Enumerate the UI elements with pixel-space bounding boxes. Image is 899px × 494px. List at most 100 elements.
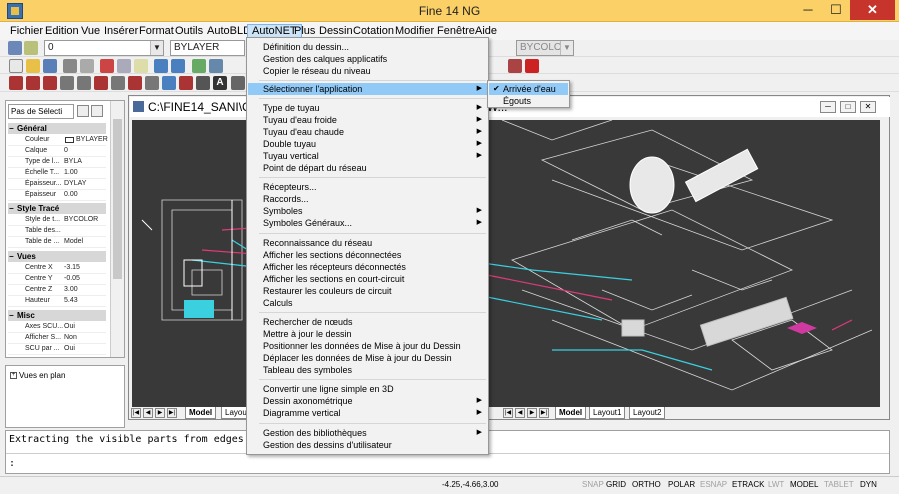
- menu-item-positionner-donnees[interactable]: Positionner les données de Mise à jour d…: [248, 340, 487, 352]
- submenu-item-egouts[interactable]: Égouts: [489, 95, 568, 107]
- redo-icon[interactable]: [171, 59, 185, 73]
- prev-tab-button[interactable]: ◀: [515, 408, 525, 418]
- menu-item-symboles[interactable]: Symboles ▶: [248, 205, 487, 217]
- polar-toggle[interactable]: POLAR: [668, 480, 695, 489]
- prop-row[interactable]: Échelle T... 1.00: [8, 168, 106, 179]
- rectangle-icon[interactable]: [77, 76, 91, 90]
- last-tab-button[interactable]: ▶|: [539, 408, 549, 418]
- prop-row[interactable]: Centre Z 3.00: [8, 285, 106, 296]
- menu-item-sections-deconnectees[interactable]: Afficher les sections déconnectées: [248, 249, 487, 261]
- menu-item-rechercher-noeuds[interactable]: Rechercher de nœuds: [248, 316, 487, 328]
- close-button[interactable]: ✕: [850, 0, 895, 20]
- menu-item-gestion-dessins-utilisateur[interactable]: Gestion des dessins d'utilisateur: [248, 439, 487, 451]
- open-folder-icon[interactable]: [26, 59, 40, 73]
- menu-item-gestion-calques[interactable]: Gestion des calques applicatifs: [248, 53, 487, 65]
- prop-row[interactable]: Afficher S... Non: [8, 333, 106, 344]
- menu-item-symboles-generaux[interactable]: Symboles Généraux... ▶: [248, 217, 487, 229]
- prop-row[interactable]: SCU par ... Oui: [8, 344, 106, 355]
- selection-filter-select[interactable]: Pas de Sélecti: [8, 104, 74, 119]
- expand-icon[interactable]: +: [10, 372, 17, 380]
- spline-icon[interactable]: [128, 76, 142, 90]
- preview-icon[interactable]: [80, 59, 94, 73]
- undo-icon[interactable]: [154, 59, 168, 73]
- esnap-toggle[interactable]: ESNAP: [700, 480, 727, 489]
- layer-combo[interactable]: 0 ▼: [44, 40, 164, 56]
- dyn-toggle[interactable]: DYN: [860, 480, 877, 489]
- layer-state-icon[interactable]: [24, 41, 38, 55]
- section-views[interactable]: Vues: [8, 251, 106, 262]
- prop-row[interactable]: Axes SCU... Oui: [8, 322, 106, 333]
- next-tab-button[interactable]: ▶: [155, 408, 165, 418]
- dimension-icon[interactable]: [231, 76, 245, 90]
- tablet-toggle[interactable]: TABLET: [824, 480, 854, 489]
- doc-close-button[interactable]: ✕: [860, 101, 876, 113]
- etrack-toggle[interactable]: ETRACK: [732, 480, 764, 489]
- ortho-toggle[interactable]: ORTHO: [632, 480, 661, 489]
- minimize-button[interactable]: ─: [794, 0, 822, 20]
- menu-item-point-depart[interactable]: Point de départ du réseau: [248, 162, 487, 174]
- save-icon[interactable]: [43, 59, 57, 73]
- views-tree-item[interactable]: + Vues en plan: [10, 371, 65, 380]
- menu-item-type-tuyau[interactable]: Type de tuyau ▶: [248, 102, 487, 114]
- layer-manager-icon[interactable]: [8, 41, 22, 55]
- menu-outils[interactable]: Outils: [171, 24, 207, 39]
- zoom-icon[interactable]: [209, 59, 223, 73]
- section-style[interactable]: Style Tracé: [8, 203, 106, 214]
- menu-item-selectionner-application[interactable]: Sélectionner l'application ▶: [248, 83, 487, 95]
- menu-item-raccords[interactable]: Raccords...: [248, 193, 487, 205]
- prop-row[interactable]: Table des...: [8, 226, 106, 237]
- hatch-icon[interactable]: [196, 76, 210, 90]
- command-prompt[interactable]: :: [9, 458, 15, 469]
- prop-row[interactable]: Type de l... BYLA: [8, 157, 106, 168]
- polyline-icon[interactable]: [43, 76, 57, 90]
- prev-tab-button[interactable]: ◀: [143, 408, 153, 418]
- line-icon[interactable]: [9, 76, 23, 90]
- polygon-icon[interactable]: [60, 76, 74, 90]
- doc-maximize-button[interactable]: □: [840, 101, 856, 113]
- menu-item-mettre-a-jour[interactable]: Mettre à jour le dessin: [248, 328, 487, 340]
- menu-item-tuyau-eau-chaude[interactable]: Tuyau d'eau chaude ▶: [248, 126, 487, 138]
- menu-item-definition-dessin[interactable]: Définition du dessin...: [248, 41, 487, 53]
- prop-row[interactable]: Hauteur 5.43: [8, 296, 106, 307]
- plotstyle-combo[interactable]: BYCOLOR ▼: [516, 40, 574, 56]
- model-toggle[interactable]: MODEL: [790, 480, 818, 489]
- menu-item-restaurer-couleurs[interactable]: Restaurer les couleurs de circuit: [248, 285, 487, 297]
- menu-item-deplacer-donnees[interactable]: Déplacer les données de Mise à jour du D…: [248, 352, 487, 364]
- prop-row[interactable]: Couleur BYLAYER: [8, 135, 108, 146]
- copy-icon[interactable]: [117, 59, 131, 73]
- menu-item-gestion-bibliotheques[interactable]: Gestion des bibliothèques ▶: [248, 427, 487, 439]
- prop-row[interactable]: Calque 0: [8, 146, 106, 157]
- snap-toggle[interactable]: SNAP: [582, 480, 604, 489]
- first-tab-button[interactable]: |◀: [503, 408, 513, 418]
- drawing-canvas[interactable]: [132, 120, 880, 408]
- section-misc[interactable]: Misc: [8, 310, 106, 321]
- menu-item-tuyau-eau-froide[interactable]: Tuyau d'eau froide ▶: [248, 114, 487, 126]
- menu-item-convertir-3d[interactable]: Convertir une ligne simple en 3D: [248, 383, 487, 395]
- new-file-icon[interactable]: [9, 59, 23, 73]
- prop-row[interactable]: Épaisseur... DYLAY: [8, 179, 106, 190]
- next-tab-button[interactable]: ▶: [527, 408, 537, 418]
- doc-minimize-button[interactable]: ─: [820, 101, 836, 113]
- properties-scrollbar[interactable]: [110, 101, 124, 357]
- last-tab-button[interactable]: ▶|: [167, 408, 177, 418]
- prop-row[interactable]: Table de ... Model: [8, 237, 106, 248]
- menu-item-reconnaissance-reseau[interactable]: Reconnaissance du réseau: [248, 237, 487, 249]
- prop-row[interactable]: Centre Y -0.05: [8, 274, 106, 285]
- toggle-pickadd-button[interactable]: [77, 105, 89, 117]
- text-icon[interactable]: A: [213, 76, 227, 90]
- scroll-thumb[interactable]: [113, 119, 122, 279]
- pan-icon[interactable]: [192, 59, 206, 73]
- make-block-icon[interactable]: [179, 76, 193, 90]
- menu-item-tableau-symboles[interactable]: Tableau des symboles: [248, 364, 487, 376]
- arc-icon[interactable]: [94, 76, 108, 90]
- insert-block-icon[interactable]: [162, 76, 176, 90]
- prop-row[interactable]: Style de t... BYCOLOR: [8, 215, 106, 226]
- linetype-combo[interactable]: BYLAYER: [170, 40, 245, 56]
- construction-line-icon[interactable]: [26, 76, 40, 90]
- maximize-button[interactable]: ☐: [822, 0, 850, 20]
- tab-layout2[interactable]: Layout2: [629, 407, 666, 419]
- menu-item-sections-court-circuit[interactable]: Afficher les sections en court-circuit: [248, 273, 487, 285]
- prop-row[interactable]: Centre X -3.15: [8, 263, 106, 274]
- submenu-item-arrivee-eau[interactable]: ✔ Arrivée d'eau: [489, 83, 568, 95]
- paint-icon[interactable]: [508, 59, 522, 73]
